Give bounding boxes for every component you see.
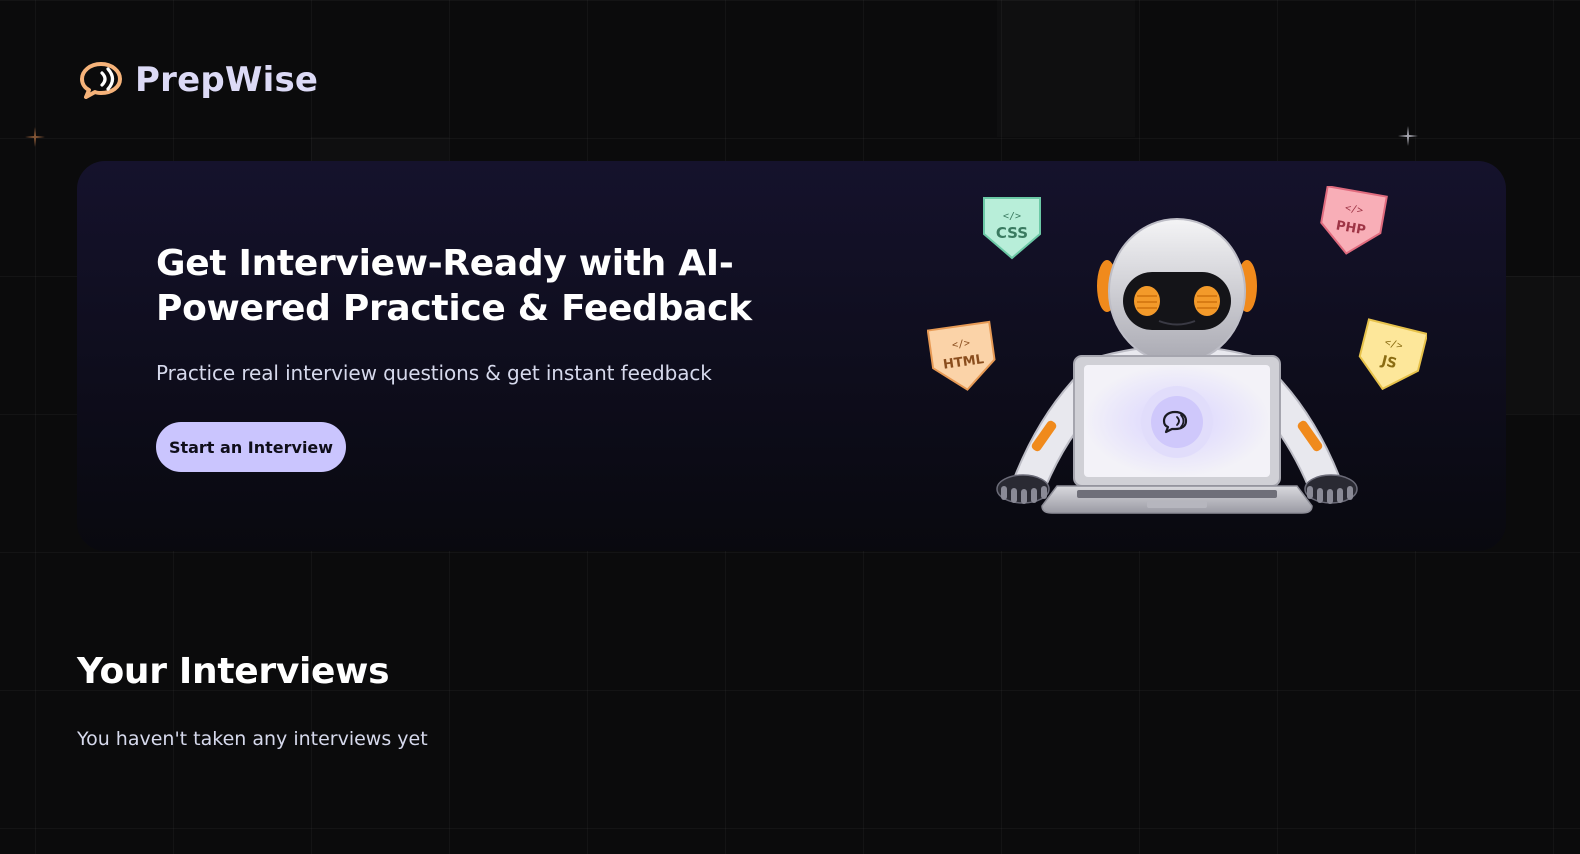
navbar: PrepWise xyxy=(77,58,318,102)
hero-title: Get Interview-Ready with AI-Powered Prac… xyxy=(156,243,752,329)
robot-laptop-illustration: </> CSS </> PHP </> HTML </> JS xyxy=(927,186,1427,514)
page: PrepWise Get Interview-Ready with AI-Pow… xyxy=(0,0,1580,854)
grid-tile xyxy=(311,137,449,161)
grid-tile xyxy=(1506,276,1580,414)
html-badge: </> HTML xyxy=(927,320,996,391)
grid-tile xyxy=(997,0,1135,137)
css-badge: </> CSS xyxy=(983,197,1041,260)
js-badge: </> JS xyxy=(1358,318,1427,391)
home-link[interactable]: PrepWise xyxy=(77,59,318,101)
sparkle-icon xyxy=(1398,126,1418,146)
svg-text:CSS: CSS xyxy=(996,224,1028,242)
your-interviews-title: Your Interviews xyxy=(77,651,390,692)
php-badge: </> PHP xyxy=(1320,186,1388,255)
hero-subtitle: Practice real interview questions & get … xyxy=(156,361,712,385)
brand-name: PrepWise xyxy=(135,60,319,100)
empty-state-message: You haven't taken any interviews yet xyxy=(77,728,428,750)
sparkle-icon xyxy=(25,127,45,147)
chat-bubble-icon xyxy=(80,62,122,99)
start-interview-button[interactable]: Start an Interview xyxy=(156,422,346,472)
svg-text:</>: </> xyxy=(1003,211,1021,222)
hero-card: Get Interview-Ready with AI-Powered Prac… xyxy=(77,161,1506,551)
